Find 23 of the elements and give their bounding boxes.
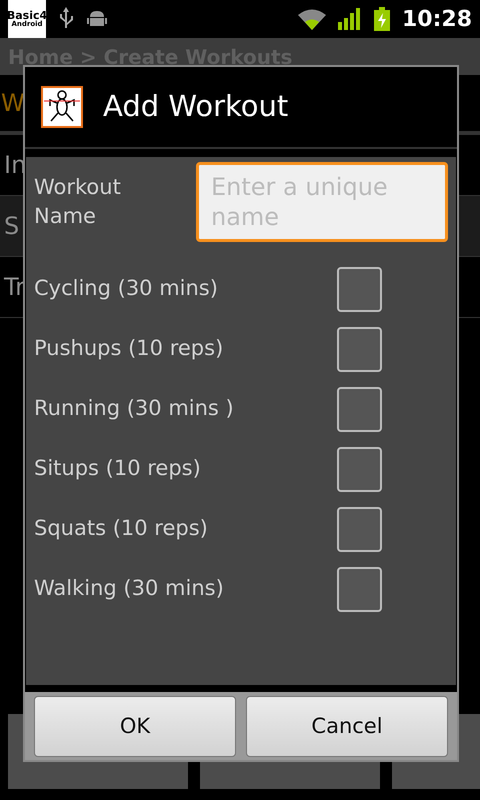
wifi-icon [298, 8, 326, 30]
option-label: Situps (10 reps) [34, 455, 201, 482]
dialog-title: Add Workout [103, 88, 288, 126]
option-label: Walking (30 mins) [34, 575, 224, 602]
dialog-button[interactable]: Cancel [246, 696, 448, 757]
option-label: Cycling (30 mins) [34, 275, 218, 302]
checkbox[interactable] [337, 386, 382, 432]
clock-time: 10:28 [402, 6, 472, 34]
usb-icon [58, 7, 74, 31]
signal-icon [338, 8, 362, 30]
option-label: Squats (10 reps) [34, 515, 208, 542]
figure-icon [41, 86, 83, 128]
dialog-button[interactable]: OK [34, 696, 236, 757]
checkbox[interactable] [337, 266, 382, 312]
section-heading: W [1, 88, 25, 119]
checkbox[interactable] [337, 506, 382, 552]
option-label: Pushups (10 reps) [34, 335, 224, 362]
field-label: Workout Name [34, 174, 122, 230]
checkbox[interactable] [337, 566, 382, 612]
checkbox[interactable] [337, 326, 382, 372]
battery-icon [374, 7, 390, 31]
option-label: Running (30 mins ) [34, 395, 234, 422]
checkbox[interactable] [337, 446, 382, 492]
